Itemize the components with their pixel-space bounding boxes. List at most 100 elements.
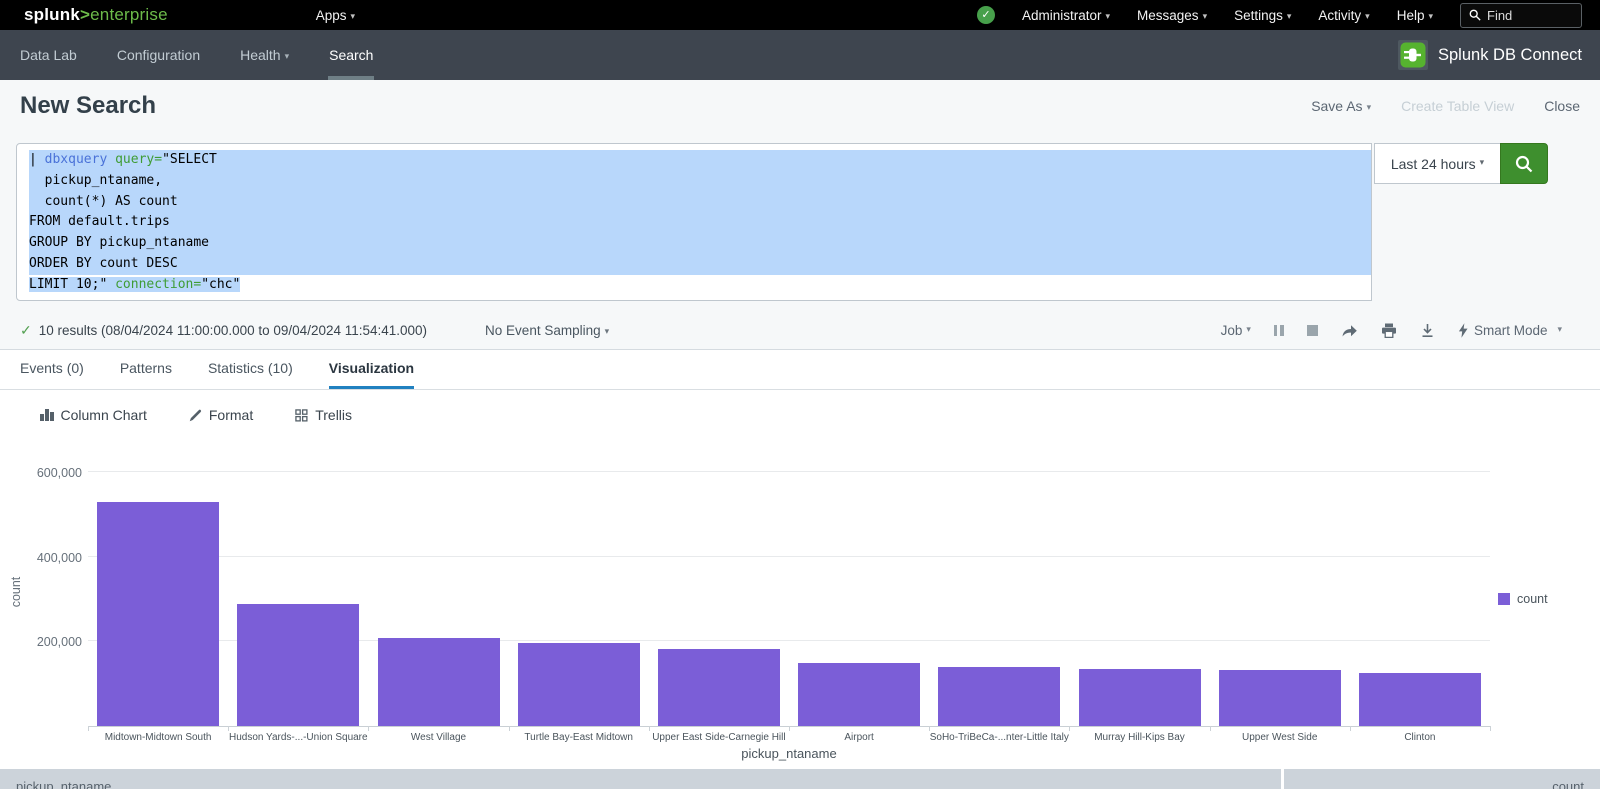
search-icon xyxy=(1469,9,1481,21)
logo-splunk-text: splunk xyxy=(24,5,80,24)
legend-label: count xyxy=(1517,592,1548,606)
app-identity[interactable]: Splunk DB Connect xyxy=(1398,40,1600,70)
bar-7[interactable] xyxy=(1079,669,1201,726)
trellis-menu[interactable]: Trellis xyxy=(295,407,352,423)
bar-3[interactable] xyxy=(518,643,640,726)
chart-type-picker[interactable]: Column Chart xyxy=(40,407,147,423)
run-search-button[interactable] xyxy=(1500,143,1548,184)
results-tabs: Events (0) Patterns Statistics (10) Visu… xyxy=(0,350,1600,390)
chevron-down-icon: ▾ xyxy=(1106,11,1111,21)
query-text: | dbxquery query="SELECT pickup_ntaname,… xyxy=(29,150,1371,296)
results-summary-text: 10 results (08/04/2024 11:00:00.000 to 0… xyxy=(39,323,427,338)
results-bar: ✓ 10 results (08/04/2024 11:00:00.000 to… xyxy=(0,312,1600,348)
nav-item-health[interactable]: Health ▾ xyxy=(240,30,289,80)
nav-health-label: Health xyxy=(240,47,280,63)
job-menu[interactable]: Job▾ xyxy=(1221,323,1251,338)
chevron-down-icon: ▾ xyxy=(351,11,356,21)
pause-icon[interactable] xyxy=(1274,325,1284,336)
settings-menu[interactable]: Settings▾ xyxy=(1234,8,1291,23)
close-button[interactable]: Close xyxy=(1544,98,1580,114)
x-axis-categories: Midtown-Midtown SouthHudson Yards-...-Un… xyxy=(88,726,1490,746)
x-tick-mark xyxy=(649,726,650,731)
category-label: Midtown-Midtown South xyxy=(88,732,228,743)
bar-8[interactable] xyxy=(1219,670,1341,726)
app-title: Splunk DB Connect xyxy=(1438,46,1582,65)
status-ok-icon[interactable]: ✓ xyxy=(977,6,995,24)
search-mode-dropdown[interactable]: Smart Mode ▾ xyxy=(1458,323,1562,338)
topbar-right-group: ✓ Administrator▾ Messages▾ Settings▾ Act… xyxy=(977,3,1600,28)
activity-menu-label: Activity xyxy=(1318,8,1361,23)
messages-menu[interactable]: Messages▾ xyxy=(1137,8,1207,23)
apps-menu[interactable]: Apps▾ xyxy=(316,8,355,23)
chevron-down-icon: ▾ xyxy=(1428,11,1433,21)
check-icon: ✓ xyxy=(20,322,32,339)
search-header-band: New Search Save As▾ Create Table View Cl… xyxy=(0,80,1600,350)
time-range-label: Last 24 hours xyxy=(1391,156,1476,172)
administrator-menu[interactable]: Administrator▾ xyxy=(1022,8,1110,23)
category-label: Airport xyxy=(789,732,929,743)
plot-area xyxy=(88,472,1490,726)
export-download-icon[interactable] xyxy=(1420,323,1435,338)
gridline xyxy=(88,556,1490,557)
tab-statistics[interactable]: Statistics (10) xyxy=(208,350,293,389)
chevron-down-icon: ▾ xyxy=(1203,11,1208,21)
category-label: Turtle Bay-East Midtown xyxy=(509,732,649,743)
splunk-logo[interactable]: splunk>enterprise xyxy=(24,5,168,25)
chevron-down-icon: ▾ xyxy=(1557,324,1562,335)
x-axis-title: pickup_ntaname xyxy=(88,746,1490,761)
x-tick-mark xyxy=(1210,726,1211,731)
bar-4[interactable] xyxy=(658,649,780,726)
y-tick-label: 600,000 xyxy=(37,466,82,480)
save-as-button[interactable]: Save As▾ xyxy=(1311,98,1371,114)
bar-6[interactable] xyxy=(938,667,1060,726)
category-label: SoHo-TriBeCa-...nter-Little Italy xyxy=(929,732,1069,743)
nav-data-lab-label: Data Lab xyxy=(20,47,77,63)
tab-patterns[interactable]: Patterns xyxy=(120,350,172,389)
db-connect-plug-icon xyxy=(1398,40,1428,70)
tab-events[interactable]: Events (0) xyxy=(20,350,84,389)
stop-icon[interactable] xyxy=(1307,325,1318,336)
chevron-down-icon: ▾ xyxy=(285,51,290,61)
format-label: Format xyxy=(209,407,253,423)
column-header-pickup-ntaname[interactable]: pickup_ntaname xyxy=(0,769,1281,789)
bar-1[interactable] xyxy=(237,604,359,726)
x-tick-mark xyxy=(368,726,369,731)
search-query-input[interactable]: | dbxquery query="SELECT pickup_ntaname,… xyxy=(16,143,1372,301)
nav-item-search[interactable]: Search xyxy=(329,30,373,80)
legend-swatch xyxy=(1498,593,1510,605)
bar-5[interactable] xyxy=(798,663,920,726)
trellis-grid-icon xyxy=(295,409,308,422)
y-tick-label: 200,000 xyxy=(37,635,82,649)
event-sampling-label: No Event Sampling xyxy=(485,323,601,338)
category-label: West Village xyxy=(368,732,508,743)
time-range-picker[interactable]: Last 24 hours▾ xyxy=(1374,143,1500,184)
nav-item-configuration[interactable]: Configuration xyxy=(117,30,200,80)
bolt-icon xyxy=(1458,323,1468,338)
y-axis-ticks: 200,000400,000600,000 xyxy=(24,472,82,726)
x-tick-mark xyxy=(929,726,930,731)
x-tick-mark xyxy=(1069,726,1070,731)
bar-2[interactable] xyxy=(378,638,500,726)
activity-menu[interactable]: Activity▾ xyxy=(1318,8,1369,23)
share-icon[interactable] xyxy=(1341,323,1358,338)
find-searchbox[interactable] xyxy=(1460,3,1582,28)
settings-menu-label: Settings xyxy=(1234,8,1283,23)
help-menu[interactable]: Help▾ xyxy=(1397,8,1433,23)
find-input[interactable] xyxy=(1487,8,1567,23)
gridline xyxy=(88,471,1490,472)
tab-visualization[interactable]: Visualization xyxy=(329,350,414,389)
bar-9[interactable] xyxy=(1359,673,1481,726)
save-as-label: Save As xyxy=(1311,98,1362,114)
column-header-count[interactable]: count xyxy=(1284,769,1600,789)
x-tick-mark xyxy=(509,726,510,731)
chart-legend[interactable]: count xyxy=(1498,592,1548,606)
nav-item-data-lab[interactable]: Data Lab xyxy=(20,30,77,80)
bar-0[interactable] xyxy=(97,502,219,726)
format-menu[interactable]: Format xyxy=(189,407,253,423)
print-icon[interactable] xyxy=(1381,323,1397,338)
nav-search-label: Search xyxy=(329,47,373,63)
x-tick-mark xyxy=(789,726,790,731)
app-navbar: Data Lab Configuration Health ▾ Search Sp… xyxy=(0,30,1600,80)
top-navbar: splunk>enterprise Apps▾ ✓ Administrator▾… xyxy=(0,0,1600,30)
event-sampling-dropdown[interactable]: No Event Sampling▾ xyxy=(485,323,609,338)
